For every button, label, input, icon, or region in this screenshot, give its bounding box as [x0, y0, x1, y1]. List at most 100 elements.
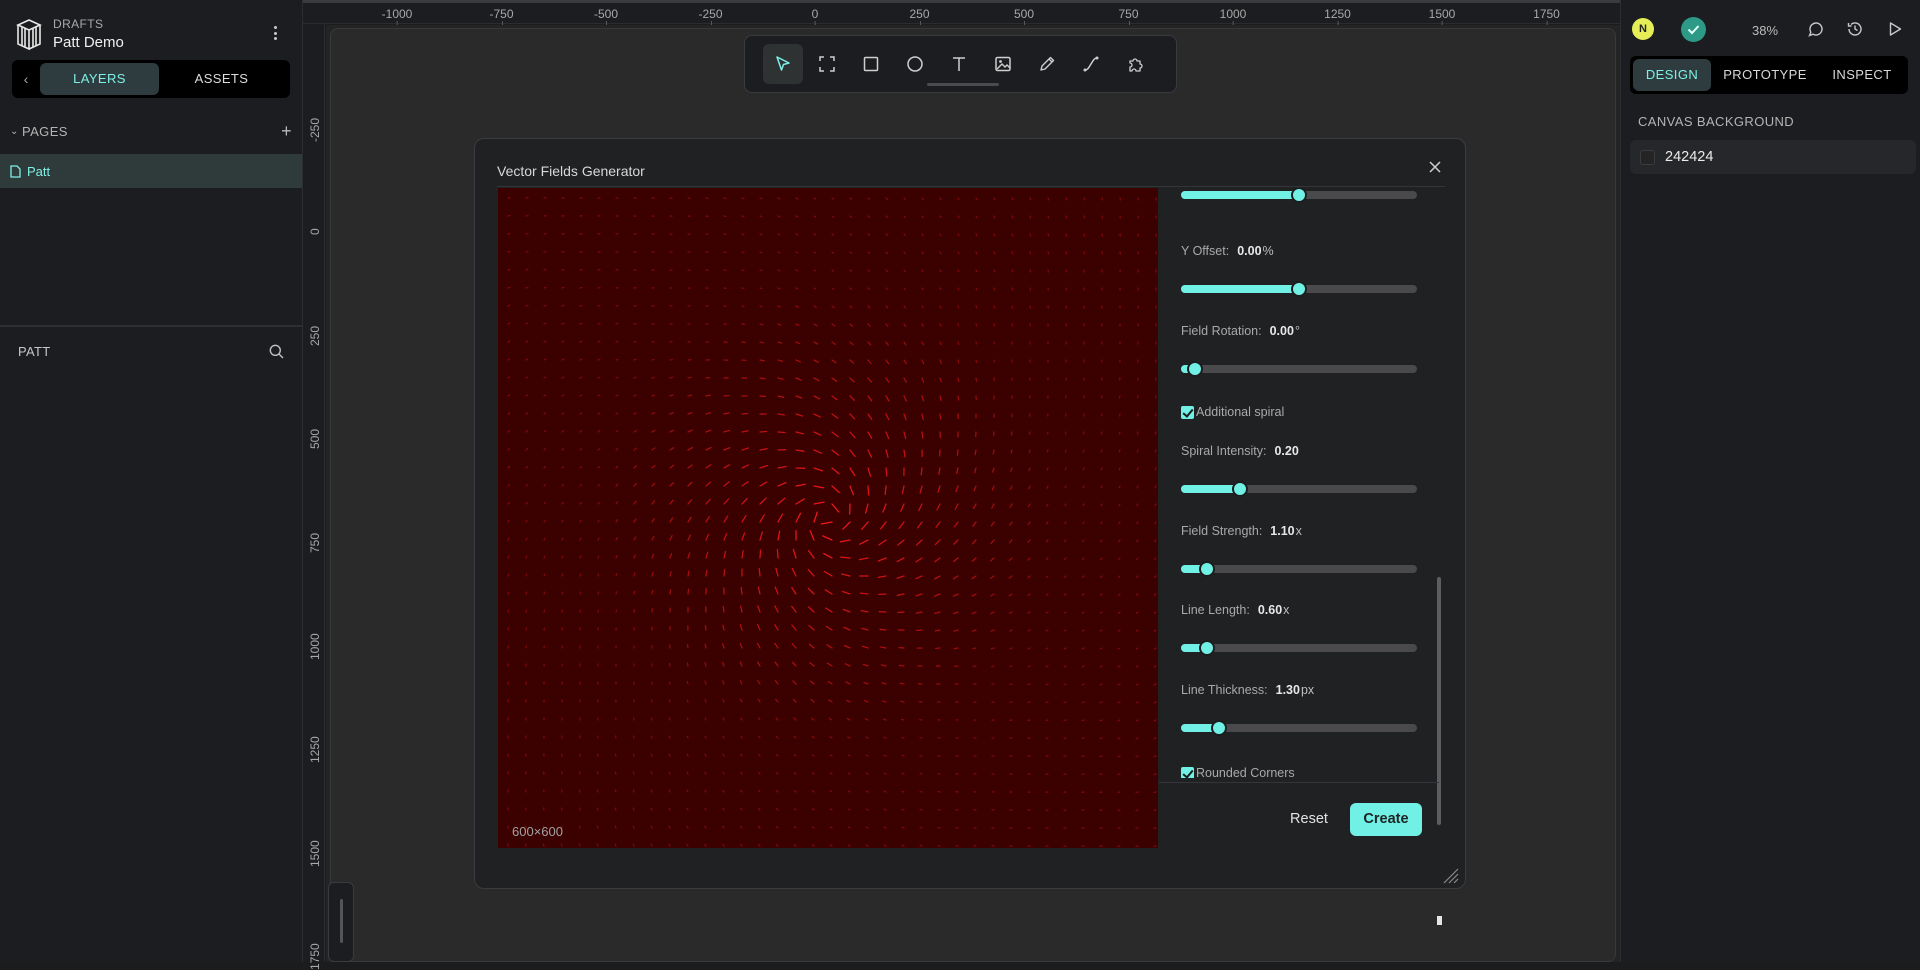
create-button[interactable]: Create	[1350, 803, 1422, 836]
add-page-icon[interactable]: +	[281, 121, 292, 142]
vector-line	[956, 486, 958, 491]
vector-line	[688, 377, 691, 378]
panel-collapse-handle[interactable]	[328, 882, 354, 962]
tab-assets[interactable]: ASSETS	[159, 63, 284, 95]
vector-line	[1154, 774, 1156, 775]
vector-line	[580, 520, 581, 522]
vector-line	[687, 736, 688, 738]
slider-track[interactable]	[1181, 365, 1417, 373]
close-icon[interactable]	[1427, 159, 1443, 175]
checkbox-check-icon[interactable]	[1181, 406, 1194, 419]
controls-scrollbar[interactable]	[1437, 577, 1441, 825]
avatar[interactable]: N	[1632, 18, 1654, 40]
vector-line	[897, 576, 904, 578]
more-options-icon[interactable]	[268, 24, 282, 42]
slider-track[interactable]	[1181, 565, 1417, 573]
vector-line	[814, 252, 816, 253]
vector-line	[900, 665, 905, 666]
vector-line	[687, 826, 688, 828]
toolbar-drag-handle[interactable]	[927, 83, 999, 86]
history-icon[interactable]	[1846, 20, 1864, 38]
text-icon[interactable]	[939, 44, 979, 84]
vector-line	[1028, 630, 1030, 631]
ellipse-icon[interactable]	[895, 44, 935, 84]
vector-line	[1064, 666, 1066, 667]
rectangle-icon[interactable]	[851, 44, 891, 84]
vector-line	[1137, 486, 1138, 488]
vector-line	[741, 772, 742, 774]
plugins-icon[interactable]	[1115, 44, 1155, 84]
tab-design[interactable]: DESIGN	[1633, 59, 1711, 91]
canvas-background-value[interactable]: 242424	[1665, 149, 1713, 165]
vector-line	[866, 504, 868, 513]
vector-line	[508, 252, 510, 253]
slider-track[interactable]	[1181, 191, 1417, 199]
checkbox-check-icon[interactable]	[1181, 767, 1194, 779]
vector-line	[1154, 738, 1156, 739]
vector-line	[670, 700, 671, 702]
vector-line	[1154, 666, 1156, 667]
tab-prototype[interactable]: PROTOTYPE	[1711, 59, 1819, 91]
slider-thumb[interactable]	[1291, 281, 1307, 297]
vector-line	[687, 808, 688, 810]
board-icon[interactable]	[807, 44, 847, 84]
zoom-level[interactable]: 38%	[1752, 23, 1778, 38]
vector-line	[884, 827, 886, 828]
play-icon[interactable]	[1886, 20, 1904, 38]
vector-line	[1010, 504, 1012, 507]
slider-track[interactable]	[1181, 644, 1417, 652]
vector-line	[792, 588, 796, 595]
comments-icon[interactable]	[1807, 20, 1825, 38]
vector-line	[598, 592, 599, 594]
vector-line	[938, 486, 940, 492]
reset-button[interactable]: Reset	[1283, 803, 1335, 835]
search-icon[interactable]	[269, 344, 284, 359]
color-swatch[interactable]	[1640, 150, 1655, 165]
resize-handle-icon[interactable]	[1441, 866, 1459, 884]
slider-track[interactable]	[1181, 285, 1417, 293]
chevron-left-icon[interactable]: ‹	[12, 71, 40, 87]
page-item-patt[interactable]: Patt	[0, 154, 302, 188]
slider-track[interactable]	[1181, 485, 1417, 493]
slider-thumb[interactable]	[1199, 561, 1215, 577]
slider-thumb[interactable]	[1211, 720, 1227, 736]
vector-line	[1101, 450, 1102, 452]
vector-line	[811, 700, 814, 702]
slider-thumb[interactable]	[1199, 640, 1215, 656]
vector-line	[796, 432, 803, 434]
vector-line	[723, 644, 724, 648]
vector-line	[832, 252, 834, 253]
pages-header[interactable]: ⌄ PAGES +	[10, 120, 292, 142]
tab-inspect[interactable]: INSPECT	[1819, 59, 1905, 91]
chevron-down-icon[interactable]: ⌄	[10, 126, 22, 137]
vector-line	[832, 378, 837, 381]
slider-thumb[interactable]	[1187, 361, 1203, 377]
tab-layers[interactable]: LAYERS	[40, 63, 159, 95]
slider-track[interactable]	[1181, 724, 1417, 732]
vector-line	[1137, 468, 1138, 470]
vector-line	[1154, 702, 1156, 703]
image-icon[interactable]	[983, 44, 1023, 84]
vector-line	[526, 413, 528, 414]
additional-spiral-checkbox[interactable]: Additional spiral	[1181, 405, 1284, 419]
canvas-background-field[interactable]: 242424	[1630, 140, 1916, 174]
pencil-icon[interactable]	[1027, 44, 1067, 84]
vector-line	[902, 738, 904, 739]
slider-thumb[interactable]	[1232, 481, 1248, 497]
vector-line	[940, 306, 941, 308]
path-icon[interactable]	[1071, 44, 1111, 84]
vector-line	[579, 826, 580, 828]
vector-line	[1046, 702, 1048, 703]
controls-panel[interactable]: Y Offset:0.00%Field Rotation:0.00°Spiral…	[1159, 188, 1451, 778]
vector-line	[634, 519, 636, 522]
vector-line	[1047, 522, 1048, 524]
ruler-top-label: -750	[489, 7, 513, 21]
project-header[interactable]: DRAFTS Patt Demo	[14, 14, 124, 54]
vector-line	[526, 485, 527, 487]
rounded-corners-checkbox[interactable]: Rounded Corners	[1181, 766, 1295, 778]
pointer-icon[interactable]	[763, 44, 803, 84]
vector-line	[705, 844, 706, 846]
control-label-text: Field Strength:	[1181, 524, 1262, 538]
slider-thumb[interactable]	[1291, 188, 1307, 203]
vector-line	[616, 592, 617, 594]
